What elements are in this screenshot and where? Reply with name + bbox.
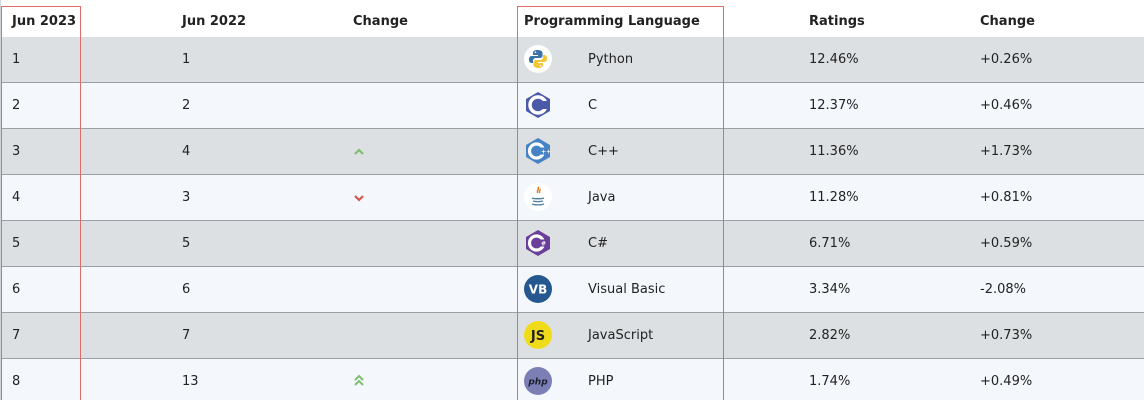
java-logo-icon	[524, 183, 552, 211]
trend-cell	[353, 359, 365, 400]
visual-basic-logo-icon: VB	[524, 275, 552, 303]
rating-change-value: +0.49%	[980, 374, 1033, 389]
trend-cell	[353, 175, 365, 220]
tiobe-ranking-table: Jun 2023 Jun 2022 Change Programming Lan…	[0, 0, 1144, 400]
language-name[interactable]: C#	[588, 221, 608, 266]
rank-jun-2022: 13	[182, 374, 199, 389]
language-name[interactable]: Visual Basic	[588, 267, 665, 312]
language-name[interactable]: C++	[588, 129, 619, 174]
svg-text:php: php	[527, 378, 548, 388]
rating-value: 2.82%	[809, 328, 851, 343]
header-change[interactable]: Change	[353, 6, 408, 37]
rank-jun-2022: 6	[182, 282, 191, 297]
rating-value: 6.71%	[809, 236, 851, 251]
rank-jun-2023: 1	[12, 52, 21, 67]
rating-change-value: +0.81%	[980, 190, 1033, 205]
table-row[interactable]: 6 6 VB Visual Basic 3.34% -2.08%	[1, 267, 1144, 313]
rating-value: 12.46%	[809, 52, 859, 67]
rank-jun-2022: 1	[182, 52, 191, 67]
javascript-logo-icon: JS	[524, 321, 552, 349]
language-name[interactable]: Python	[588, 37, 633, 82]
rating-change-value: +0.59%	[980, 236, 1033, 251]
rank-jun-2022: 5	[182, 236, 191, 251]
table-row[interactable]: 3 4 ++ C++ 11.36% +1.73%	[1, 129, 1144, 175]
header-change-percent[interactable]: Change	[980, 6, 1035, 37]
rating-change-value: +0.26%	[980, 52, 1033, 67]
language-name[interactable]: JavaScript	[588, 313, 653, 358]
rating-change-value: +1.73%	[980, 144, 1033, 159]
arrow-up-icon	[353, 142, 365, 161]
rating-value: 3.34%	[809, 282, 851, 297]
trend-cell	[353, 129, 365, 174]
language-name[interactable]: Java	[588, 175, 615, 220]
rank-jun-2022: 3	[182, 190, 191, 205]
php-logo-icon: php	[524, 367, 552, 395]
rank-jun-2023: 7	[12, 328, 21, 343]
rank-jun-2022: 7	[182, 328, 191, 343]
arrow-down-icon	[353, 188, 365, 207]
language-name[interactable]: PHP	[588, 359, 613, 400]
table-header-row: Jun 2023 Jun 2022 Change Programming Lan…	[1, 6, 1144, 38]
header-programming-language[interactable]: Programming Language	[524, 6, 700, 37]
rating-value: 11.36%	[809, 144, 859, 159]
rank-jun-2022: 2	[182, 98, 191, 113]
csharp-logo-icon: #	[524, 229, 552, 257]
table-row[interactable]: 1 1 Python 12.46% +0.26%	[1, 37, 1144, 83]
rank-jun-2022: 4	[182, 144, 191, 159]
double-arrow-up-icon	[353, 372, 365, 391]
rank-jun-2023: 2	[12, 98, 21, 113]
svg-text:VB: VB	[529, 283, 547, 297]
table-row[interactable]: 2 2 C 12.37% +0.46%	[1, 83, 1144, 129]
rating-change-value: +0.46%	[980, 98, 1033, 113]
rating-value: 1.74%	[809, 374, 851, 389]
svg-text:++: ++	[541, 149, 551, 156]
rank-jun-2023: 8	[12, 374, 21, 389]
table-row[interactable]: 4 3 Java 11.28% +0.81%	[1, 175, 1144, 221]
language-name[interactable]: C	[588, 83, 597, 128]
python-logo-icon	[524, 45, 552, 73]
rank-jun-2023: 4	[12, 190, 21, 205]
header-jun-2022[interactable]: Jun 2022	[182, 6, 246, 37]
rating-value: 11.28%	[809, 190, 859, 205]
rank-jun-2023: 6	[12, 282, 21, 297]
header-ratings[interactable]: Ratings	[809, 6, 865, 37]
rating-change-value: -2.08%	[980, 282, 1026, 297]
cpp-logo-icon: ++	[524, 137, 552, 165]
svg-text:JS: JS	[530, 329, 545, 344]
rank-jun-2023: 3	[12, 144, 21, 159]
table-row[interactable]: 8 13 php PHP 1.74% +0.49%	[1, 359, 1144, 400]
rating-change-value: +0.73%	[980, 328, 1033, 343]
table-row[interactable]: 7 7 JS JavaScript 2.82% +0.73%	[1, 313, 1144, 359]
svg-text:#: #	[541, 241, 546, 248]
rating-value: 12.37%	[809, 98, 859, 113]
rank-jun-2023: 5	[12, 236, 21, 251]
header-jun-2023[interactable]: Jun 2023	[12, 6, 76, 37]
table-row[interactable]: 5 5 # C# 6.71% +0.59%	[1, 221, 1144, 267]
c-logo-icon	[524, 91, 552, 119]
